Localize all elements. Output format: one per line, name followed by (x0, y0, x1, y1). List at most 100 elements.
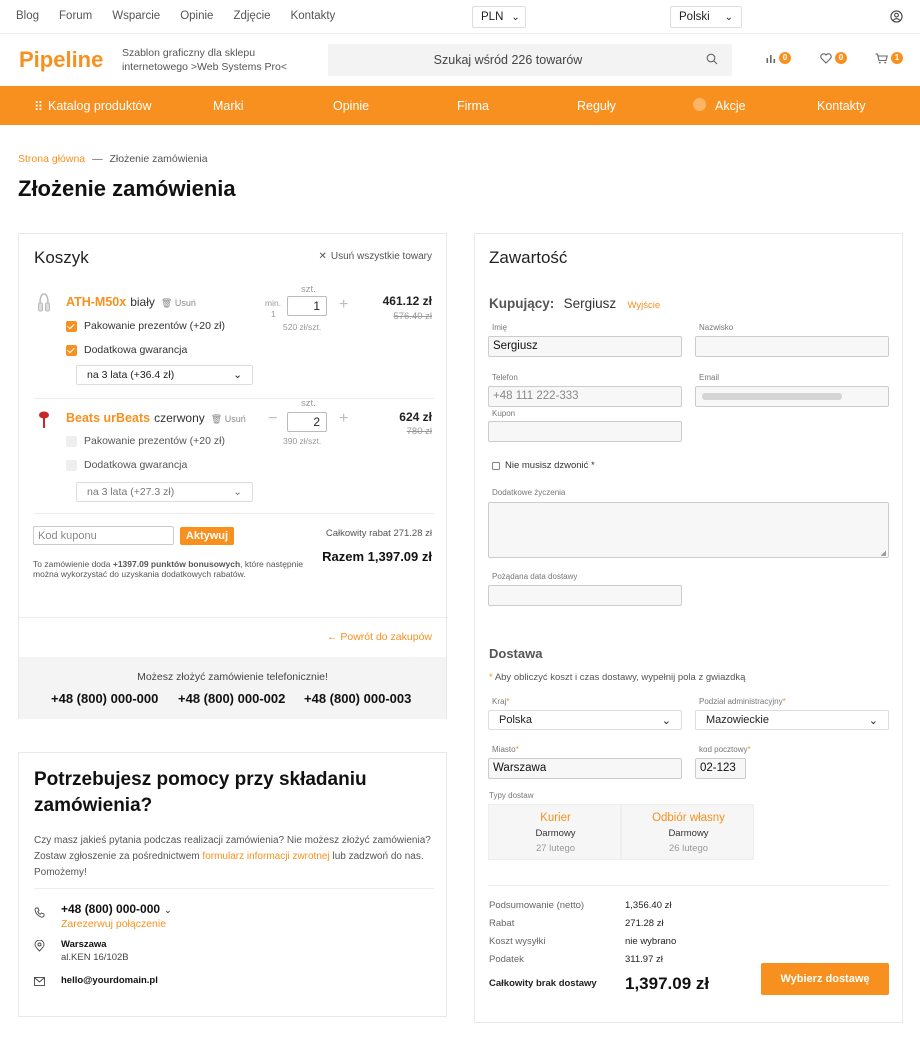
zip-label: kod pocztowy* (699, 745, 751, 754)
delivery-date-input[interactable] (488, 585, 682, 606)
wishlist-count: 0 (835, 52, 847, 64)
activate-coupon-button[interactable]: Aktywuj (180, 527, 234, 545)
search-placeholder: Szukaj wśród 226 towarów (433, 53, 583, 67)
courier-name: Kurier (540, 812, 571, 824)
zip-input[interactable]: 02-123 (695, 758, 746, 779)
email-input[interactable] (695, 386, 889, 407)
help-email[interactable]: hello@yourdomain.pl (61, 975, 158, 986)
phone-order-number-3[interactable]: +48 (800) 000-003 (304, 691, 411, 706)
nav-grid-icon: ⠿ (34, 100, 44, 114)
wishlist-button[interactable]: 0 (820, 52, 847, 64)
language-select[interactable]: Polski ⌄ (670, 6, 742, 28)
cart-item-2-warranty-label: Dodatkowa gwarancja (84, 459, 188, 471)
logout-link[interactable]: Wyjście (627, 300, 660, 311)
cart-item-2-delete[interactable]: 🗑 Usuń (211, 414, 246, 424)
top-link-support[interactable]: Wsparcie (112, 10, 160, 22)
feedback-form-link[interactable]: formularz informacji zwrotnej (202, 851, 329, 862)
cart-item-1-delete[interactable]: 🗑 Usuń (161, 298, 196, 308)
search-input[interactable]: Szukaj wśród 226 towarów (328, 44, 732, 76)
top-link-blog[interactable]: Blog (16, 10, 39, 22)
chevron-down-icon: ⌄ (164, 905, 172, 915)
delivery-option-courier[interactable]: Kurier Darmowy 27 lutego (488, 804, 621, 860)
tagline: Szablon graficzny dla sklepu internetowe… (122, 47, 287, 73)
logo[interactable]: Pipeline (19, 47, 103, 73)
summary-tax-value: 311.97 zł (625, 954, 663, 965)
heart-icon (820, 52, 832, 64)
summary-net-label: Podsumowanie (netto) (489, 900, 585, 911)
resize-handle-icon[interactable]: ◢ (881, 549, 886, 557)
phone-input[interactable]: +48 111 222-333 (488, 386, 682, 407)
zip-label-text: kod pocztowy (699, 745, 748, 754)
cart-item-2-plus-button[interactable]: + (339, 410, 348, 428)
help-phone[interactable]: +48 (800) 000-000 ⌄ (61, 902, 172, 916)
city-input[interactable]: Warszawa (488, 758, 682, 779)
last-name-input[interactable] (695, 336, 889, 357)
cart-item-2-warranty-checkbox[interactable] (66, 460, 77, 471)
phone-order-number-1[interactable]: +48 (800) 000-000 (51, 691, 158, 706)
nav-promotions[interactable]: Akcje (715, 99, 746, 113)
cart-item-2-minus-button[interactable]: − (268, 410, 277, 428)
user-icon[interactable] (890, 10, 903, 23)
nav-reviews[interactable]: Opinie (333, 99, 369, 113)
last-name-label: Nazwisko (699, 323, 734, 332)
city-label: Miasto* (492, 745, 519, 754)
nav-brands[interactable]: Marki (213, 99, 244, 113)
back-to-shop-link[interactable]: ← Powrót do zakupów (327, 631, 432, 643)
cart-item-1-plus-button[interactable]: + (339, 296, 348, 314)
delivery-option-pickup[interactable]: Odbiór własny Darmowy 26 lutego (621, 804, 754, 860)
nav-contacts[interactable]: Kontakty (817, 99, 866, 113)
top-link-forum[interactable]: Forum (59, 10, 92, 22)
buyer-row: Kupujący: Sergiusz Wyjście (489, 296, 660, 311)
cart-item-2-qty-input[interactable]: 2 (287, 412, 327, 432)
cart-item-1-name[interactable]: ATH-M50x (66, 295, 126, 309)
help-phone-number: +48 (800) 000-000 (61, 902, 161, 916)
cart-item-2-gift-checkbox[interactable] (66, 436, 77, 447)
country-label: Kraj* (492, 697, 509, 706)
email-redacted (702, 393, 842, 400)
cart-panel: Koszyk ✕ Usuń wszystkie towary ATH-M50x bi… (18, 233, 448, 719)
top-link-contacts[interactable]: Kontakty (291, 10, 336, 22)
cart-item-2-warranty-select[interactable]: na 3 lata (+27.3 zł) ⌄ (76, 482, 253, 502)
cart-item-2-gift-label: Pakowanie prezentów (+20 zł) (84, 435, 225, 447)
country-select[interactable]: Polska ⌄ (488, 710, 682, 730)
phone-order-number-2[interactable]: +48 (800) 000-002 (178, 691, 285, 706)
cart-item-1-old-price: 576.40 zł (393, 311, 432, 322)
cart-item-1-warranty-checkbox[interactable] (66, 345, 77, 356)
cart-item-1-gift-checkbox[interactable] (66, 321, 77, 332)
region-label: Podział administracyjny* (699, 697, 786, 706)
currency-select[interactable]: PLN ⌄ (472, 6, 526, 28)
product-image-headphones[interactable] (38, 292, 50, 314)
top-link-reviews[interactable]: Opinie (180, 10, 213, 22)
buyer-name: Sergiusz (563, 296, 617, 311)
nav-rules[interactable]: Reguły (577, 99, 616, 113)
breadcrumb-home[interactable]: Strona główna (18, 153, 85, 165)
help-panel: Potrzebujesz pomocy przy składaniu zamów… (18, 752, 447, 1017)
nav-company[interactable]: Firma (457, 99, 489, 113)
pickup-price: Darmowy (668, 828, 709, 839)
nav-catalog[interactable]: Katalog produktów (48, 99, 152, 113)
remove-all-button[interactable]: ✕ Usuń wszystkie towary (318, 251, 432, 262)
cart-button[interactable]: 1 (875, 52, 903, 64)
wishes-textarea[interactable]: ◢ (488, 502, 889, 558)
coupon-input[interactable]: Kod kuponu (33, 526, 174, 545)
book-call-link[interactable]: Zarezerwuj połączenie (61, 918, 166, 930)
delete-label: Usuń (174, 298, 196, 308)
region-select[interactable]: Mazowieckie ⌄ (695, 710, 889, 730)
compare-button[interactable]: 0 (766, 52, 791, 64)
summary-tax-label: Podatek (489, 954, 524, 965)
coupon-field-input[interactable] (488, 421, 682, 442)
top-link-photos[interactable]: Zdjęcie (233, 10, 270, 22)
pickup-date: 26 lutego (668, 843, 709, 854)
product-image-earphones[interactable] (38, 410, 50, 432)
first-name-input[interactable]: Sergiusz (488, 336, 682, 357)
choose-delivery-button[interactable]: Wybierz dostawę (761, 963, 889, 995)
search-icon[interactable] (706, 53, 718, 65)
courier-price: Darmowy (535, 828, 576, 839)
bonus-prefix: To zamówienie doda (33, 559, 113, 569)
cart-item-1-qty-input[interactable]: 1 (287, 296, 327, 316)
cart-item-1-warranty-select[interactable]: na 3 lata (+36.4 zł) ⌄ (76, 365, 253, 385)
no-call-checkbox[interactable] (492, 462, 500, 470)
courier-date: 27 lutego (535, 843, 576, 854)
required-mark: * (515, 745, 519, 754)
cart-item-2-name[interactable]: Beats urBeats (66, 411, 150, 425)
